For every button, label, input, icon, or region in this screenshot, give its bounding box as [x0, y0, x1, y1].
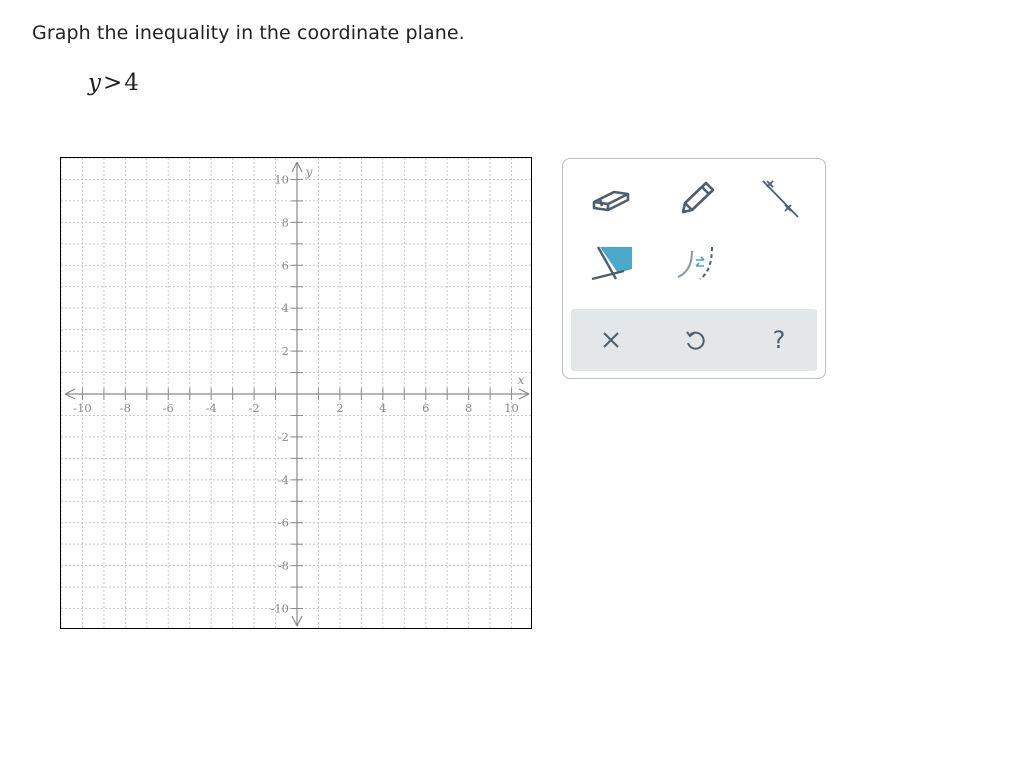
y-axis-label: y: [305, 165, 313, 179]
question-prompt: Graph the inequality in the coordinate p…: [32, 22, 465, 44]
x-tick-label: 6: [422, 401, 429, 415]
undo-button[interactable]: [663, 309, 727, 371]
help-button[interactable]: ?: [747, 309, 811, 371]
shade-region-tool[interactable]: [579, 237, 643, 289]
y-tick-label: -10: [270, 602, 289, 616]
inequality-operator: >: [103, 70, 123, 96]
inequality-variable: y: [88, 70, 101, 96]
x-axis-label: x: [518, 373, 525, 387]
x-tick-label: -6: [163, 401, 174, 415]
undo-icon: [686, 331, 705, 350]
x-tick-label: 8: [465, 401, 472, 415]
x-tick-label: 10: [504, 401, 519, 415]
y-tick-label: 4: [282, 301, 289, 315]
x-tick-label: 4: [379, 401, 386, 415]
close-icon: [603, 332, 619, 348]
y-tick-label: -4: [278, 473, 289, 487]
clear-button[interactable]: [579, 309, 643, 371]
inequality-expression: y>4: [88, 70, 139, 96]
shade-region-icon: [591, 246, 632, 281]
line-tool-icon: [762, 180, 799, 218]
x-tick-label: -4: [206, 401, 217, 415]
pencil-icon: [681, 181, 715, 214]
eraser-icon: [592, 190, 630, 212]
x-tick-label: -10: [73, 401, 92, 415]
solid-dashed-toggle-tool[interactable]: [663, 237, 727, 289]
graph-toolbox: ?: [562, 158, 826, 379]
coordinate-plane-svg[interactable]: -10 -8 -6 -4 -2 2 4 6 8 10 10 8 6 4 2 -2 -4 -6 -8 -10 x y: [61, 158, 532, 629]
y-tick-label: 6: [282, 258, 289, 272]
action-bar: ?: [571, 309, 817, 371]
pencil-tool[interactable]: [663, 171, 727, 223]
coordinate-plane[interactable]: -10 -8 -6 -4 -2 2 4 6 8 10 10 8 6 4 2 -2 -4 -6 -8 -10 x y: [60, 157, 532, 629]
line-tool[interactable]: [747, 171, 811, 223]
x-tick-label: -8: [120, 401, 131, 415]
eraser-tool[interactable]: [579, 171, 643, 223]
y-tick-label: 2: [282, 344, 289, 358]
solid-dashed-toggle-icon: [677, 246, 713, 280]
inequality-value: 4: [124, 70, 139, 96]
y-tick-label: -2: [278, 430, 289, 444]
y-tick-label: 8: [282, 215, 289, 229]
help-icon: ?: [772, 326, 786, 354]
y-tick-label: 10: [274, 172, 289, 186]
x-tick-label: 2: [336, 401, 343, 415]
x-tick-label: -2: [248, 401, 259, 415]
y-tick-label: -8: [278, 559, 289, 573]
y-tick-label: -6: [278, 516, 289, 530]
